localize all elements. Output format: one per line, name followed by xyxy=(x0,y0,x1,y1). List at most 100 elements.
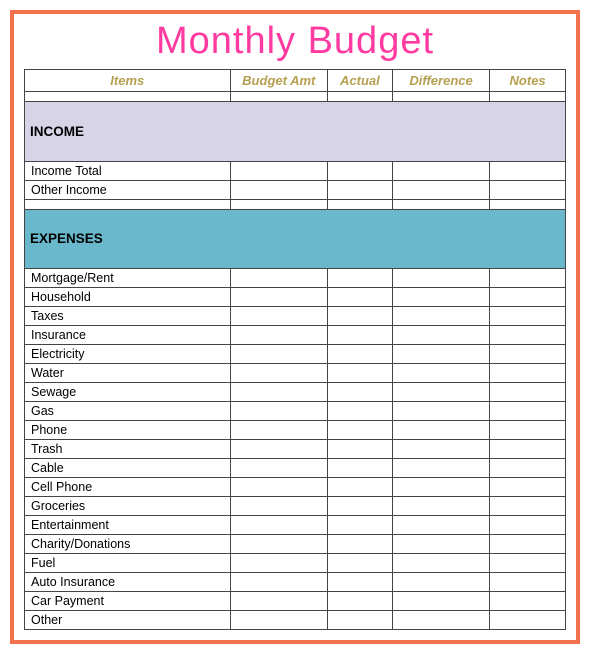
row-cell-actual xyxy=(327,180,392,199)
table-row: Trash xyxy=(25,440,566,459)
row-label: Water xyxy=(25,364,231,383)
row-cell-notes xyxy=(490,592,566,611)
table-row: Household xyxy=(25,288,566,307)
row-label: Mortgage/Rent xyxy=(25,269,231,288)
row-cell-diff xyxy=(392,180,489,199)
row-cell-actual xyxy=(327,307,392,326)
page-title: Monthly Budget xyxy=(156,20,434,63)
row-cell-notes xyxy=(490,269,566,288)
row-cell-actual xyxy=(327,611,392,630)
row-cell-budget xyxy=(230,573,327,592)
row-cell-notes xyxy=(490,421,566,440)
row-cell-actual xyxy=(327,269,392,288)
table-row: Insurance xyxy=(25,326,566,345)
row-cell-budget xyxy=(230,402,327,421)
row-cell-diff xyxy=(392,402,489,421)
table-row: Electricity xyxy=(25,345,566,364)
row-cell-diff xyxy=(392,497,489,516)
row-cell-actual xyxy=(327,364,392,383)
header-items: Items xyxy=(25,70,231,92)
row-cell-notes xyxy=(490,345,566,364)
row-cell-diff xyxy=(392,554,489,573)
row-label: Other xyxy=(25,611,231,630)
table-row: Phone xyxy=(25,421,566,440)
section-header-income: INCOME xyxy=(25,102,566,162)
table-row: Cable xyxy=(25,459,566,478)
table-row: Water xyxy=(25,364,566,383)
row-cell-diff xyxy=(392,478,489,497)
row-label: Insurance xyxy=(25,326,231,345)
row-label: Household xyxy=(25,288,231,307)
row-cell-diff xyxy=(392,269,489,288)
row-cell-actual xyxy=(327,440,392,459)
table-header-row: Items Budget Amt Actual Difference Notes xyxy=(25,70,566,92)
row-cell-diff xyxy=(392,288,489,307)
row-cell-diff xyxy=(392,516,489,535)
row-cell-budget xyxy=(230,497,327,516)
row-cell-budget xyxy=(230,161,327,180)
row-label: Cable xyxy=(25,459,231,478)
row-cell-budget xyxy=(230,554,327,573)
row-cell-diff xyxy=(392,535,489,554)
header-difference: Difference xyxy=(392,70,489,92)
header-actual: Actual xyxy=(327,70,392,92)
table-row: Auto Insurance xyxy=(25,573,566,592)
row-cell-actual xyxy=(327,421,392,440)
row-cell-notes xyxy=(490,554,566,573)
table-row: Sewage xyxy=(25,383,566,402)
row-label: Other Income xyxy=(25,180,231,199)
row-cell-notes xyxy=(490,459,566,478)
row-cell-notes xyxy=(490,440,566,459)
row-cell-budget xyxy=(230,345,327,364)
row-cell-actual xyxy=(327,459,392,478)
row-cell-diff xyxy=(392,383,489,402)
row-label: Taxes xyxy=(25,307,231,326)
header-budget: Budget Amt xyxy=(230,70,327,92)
row-cell-budget xyxy=(230,307,327,326)
row-cell-actual xyxy=(327,345,392,364)
row-cell-actual xyxy=(327,478,392,497)
row-cell-notes xyxy=(490,497,566,516)
row-cell-diff xyxy=(392,459,489,478)
row-cell-budget xyxy=(230,611,327,630)
row-cell-budget xyxy=(230,516,327,535)
row-label: Electricity xyxy=(25,345,231,364)
row-cell-budget xyxy=(230,478,327,497)
row-cell-diff xyxy=(392,611,489,630)
row-cell-diff xyxy=(392,592,489,611)
row-cell-diff xyxy=(392,364,489,383)
table-row: Other Income xyxy=(25,180,566,199)
row-cell-notes xyxy=(490,611,566,630)
empty-row xyxy=(25,199,566,209)
row-cell-notes xyxy=(490,326,566,345)
row-cell-budget xyxy=(230,383,327,402)
row-cell-budget xyxy=(230,269,327,288)
row-cell-diff xyxy=(392,326,489,345)
row-label: Gas xyxy=(25,402,231,421)
row-cell-budget xyxy=(230,421,327,440)
row-cell-actual xyxy=(327,402,392,421)
section-label-income: INCOME xyxy=(25,102,566,162)
row-cell-budget xyxy=(230,459,327,478)
row-cell-actual xyxy=(327,497,392,516)
row-cell-budget xyxy=(230,535,327,554)
row-cell-diff xyxy=(392,345,489,364)
row-cell-diff xyxy=(392,573,489,592)
row-cell-diff xyxy=(392,161,489,180)
row-cell-notes xyxy=(490,180,566,199)
section-header-expenses: EXPENSES xyxy=(25,209,566,269)
row-cell-notes xyxy=(490,573,566,592)
row-cell-budget xyxy=(230,364,327,383)
table-row: Gas xyxy=(25,402,566,421)
row-cell-budget xyxy=(230,288,327,307)
table-row: Cell Phone xyxy=(25,478,566,497)
row-cell-actual xyxy=(327,383,392,402)
row-cell-budget xyxy=(230,440,327,459)
row-cell-notes xyxy=(490,516,566,535)
row-cell-diff xyxy=(392,421,489,440)
row-label: Auto Insurance xyxy=(25,573,231,592)
row-cell-actual xyxy=(327,288,392,307)
empty-row xyxy=(25,92,566,102)
row-label: Charity/Donations xyxy=(25,535,231,554)
row-cell-notes xyxy=(490,478,566,497)
